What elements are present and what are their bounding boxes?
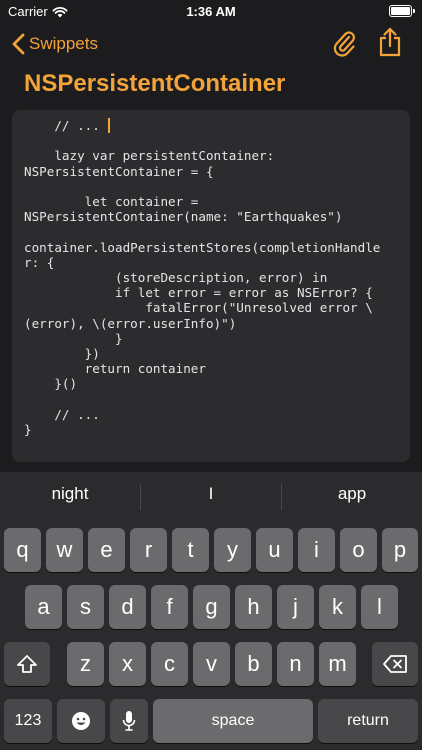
key-label: v	[206, 651, 217, 676]
suggestion-item[interactable]: night	[0, 484, 140, 504]
space-key-label: space	[211, 712, 255, 729]
numbers-key-label: 123	[14, 712, 42, 729]
key-x[interactable]: x	[109, 642, 146, 686]
key-label: g	[205, 594, 218, 619]
key-label: m	[328, 651, 347, 676]
key-j[interactable]: j	[277, 585, 314, 629]
return-key[interactable]: return	[318, 699, 418, 743]
key-n[interactable]: n	[277, 642, 314, 686]
key-label: i	[314, 537, 319, 562]
navigation-bar: Swippets	[0, 26, 422, 62]
code-text[interactable]: // ... lazy var persistentContainer: NSP…	[24, 118, 404, 437]
share-button[interactable]	[376, 26, 404, 58]
key-g[interactable]: g	[193, 585, 230, 629]
shift-icon	[17, 655, 37, 673]
key-a[interactable]: a	[25, 585, 62, 629]
key-k[interactable]: k	[319, 585, 356, 629]
key-z[interactable]: z	[67, 642, 104, 686]
space-key[interactable]: space	[153, 699, 313, 743]
key-label: j	[293, 594, 298, 619]
microphone-key[interactable]	[110, 699, 148, 743]
suggestion-bar: night I app	[0, 472, 422, 526]
key-label: o	[352, 537, 365, 562]
key-w[interactable]: w	[46, 528, 83, 572]
key-d[interactable]: d	[109, 585, 146, 629]
status-bar: Carrier 1:36 AM	[0, 0, 422, 24]
key-label: n	[289, 651, 302, 676]
key-h[interactable]: h	[235, 585, 272, 629]
share-icon	[379, 27, 401, 57]
status-time: 1:36 AM	[186, 4, 236, 19]
key-label: f	[166, 594, 173, 619]
key-label: t	[187, 537, 194, 562]
key-b[interactable]: b	[235, 642, 272, 686]
shift-key[interactable]	[4, 642, 50, 686]
key-m[interactable]: m	[319, 642, 356, 686]
key-t[interactable]: t	[172, 528, 209, 572]
key-label: w	[56, 537, 73, 562]
return-key-label: return	[347, 712, 389, 729]
key-e[interactable]: e	[88, 528, 125, 572]
key-label: b	[247, 651, 260, 676]
battery-icon	[389, 5, 415, 17]
key-u[interactable]: u	[256, 528, 293, 572]
key-v[interactable]: v	[193, 642, 230, 686]
emoji-key[interactable]	[57, 699, 105, 743]
battery-nub	[413, 9, 415, 13]
key-label: q	[16, 537, 29, 562]
code-body: lazy var persistentContainer: NSPersiste…	[24, 148, 381, 438]
key-label: l	[377, 594, 382, 619]
code-editor[interactable]: // ... lazy var persistentContainer: NSP…	[12, 110, 410, 462]
key-r[interactable]: r	[130, 528, 167, 572]
attach-button[interactable]	[330, 28, 358, 58]
key-label: d	[121, 594, 134, 619]
key-l[interactable]: l	[361, 585, 398, 629]
page-title: NSPersistentContainer	[24, 70, 286, 97]
emoji-icon	[72, 712, 90, 730]
key-f[interactable]: f	[151, 585, 188, 629]
key-p[interactable]: p	[382, 528, 418, 572]
key-label: c	[164, 651, 175, 676]
key-label: p	[393, 537, 407, 562]
paperclip-icon	[333, 31, 355, 57]
key-c[interactable]: c	[151, 642, 188, 686]
microphone-icon	[122, 711, 136, 731]
key-label: z	[80, 651, 91, 676]
keyboard: night I app q w e r t y u i o p a s d f …	[0, 472, 422, 750]
key-label: s	[80, 594, 91, 619]
chevron-left-icon	[12, 33, 25, 55]
key-o[interactable]: o	[340, 528, 377, 572]
text-cursor	[108, 118, 111, 133]
code-first-line: // ...	[24, 118, 108, 133]
key-label: k	[332, 594, 343, 619]
key-s[interactable]: s	[67, 585, 104, 629]
key-label: r	[144, 537, 153, 562]
key-label: y	[227, 537, 238, 562]
key-q[interactable]: q	[4, 528, 41, 572]
key-label: e	[100, 537, 113, 562]
back-button-label: Swippets	[29, 34, 98, 53]
suggestion-item[interactable]: I	[141, 484, 281, 504]
numbers-key[interactable]: 123	[4, 699, 52, 743]
delete-icon	[383, 655, 407, 673]
key-i[interactable]: i	[298, 528, 335, 572]
delete-key[interactable]	[372, 642, 418, 686]
key-label: a	[37, 594, 50, 619]
back-button[interactable]: Swippets	[12, 30, 98, 58]
battery-fill	[391, 7, 410, 15]
suggestion-item[interactable]: app	[282, 484, 422, 504]
key-y[interactable]: y	[214, 528, 251, 572]
key-label: x	[122, 651, 133, 676]
key-label: u	[268, 537, 281, 562]
key-label: h	[247, 594, 260, 619]
